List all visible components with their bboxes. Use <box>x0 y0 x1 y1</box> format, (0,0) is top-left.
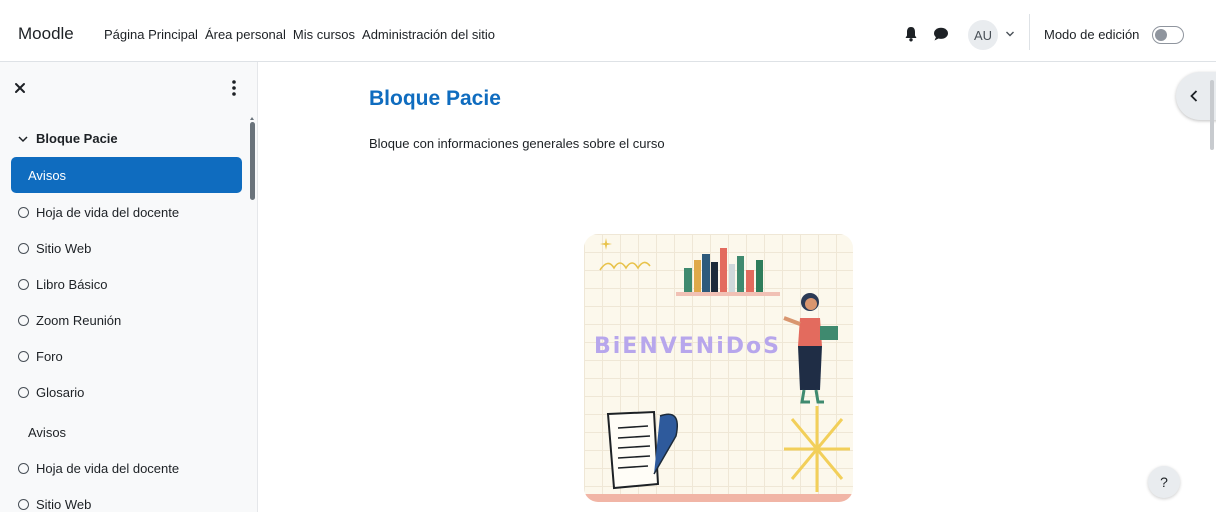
navbar-divider <box>1029 14 1030 50</box>
course-index-item-label: Hoja de vida del docente <box>36 204 180 220</box>
course-index-item-label: Hoja de vida del docente <box>36 460 180 476</box>
course-index-item[interactable]: Hoja de vida del docente <box>18 458 179 478</box>
primary-navigation: Página Principal Área personal Mis curso… <box>104 27 502 42</box>
course-index-item-label: Zoom Reunión <box>36 312 122 328</box>
nav-link-site-admin[interactable]: Administración del sitio <box>362 27 495 42</box>
toggle-knob <box>1155 29 1167 41</box>
chevron-down-icon[interactable] <box>1005 30 1015 38</box>
banner-title: BiENVENiDoS <box>594 334 781 359</box>
section-header-bloque-pacie[interactable]: Bloque Pacie <box>18 131 118 146</box>
user-avatar[interactable]: AU <box>968 20 998 50</box>
sparkle-icon <box>599 238 651 271</box>
scrollbar-up-arrow-icon[interactable] <box>249 115 255 121</box>
course-index-item[interactable]: Hoja de vida del docente <box>18 202 179 222</box>
chevron-left-icon <box>1190 90 1198 102</box>
nav-link-my-courses[interactable]: Mis cursos <box>293 27 355 42</box>
banner-footer-stripe <box>584 494 853 502</box>
course-index-item-label: Foro <box>36 348 63 364</box>
drawer-scrollbar-thumb[interactable] <box>250 122 255 200</box>
teacher-illustration-icon <box>783 293 838 404</box>
page-scrollbar-thumb[interactable] <box>1210 80 1214 150</box>
completion-circle-icon <box>18 386 29 398</box>
completion-circle-icon <box>18 242 29 254</box>
course-index-item-label: Sitio Web <box>36 496 92 512</box>
completion-circle-icon <box>18 314 29 326</box>
edit-mode-label: Modo de edición <box>1044 27 1140 42</box>
completion-circle-icon <box>18 498 29 510</box>
course-index-drawer: Bloque Pacie Avisos Hoja de vida del doc… <box>0 62 258 512</box>
help-button[interactable]: ? <box>1148 466 1180 498</box>
completion-circle-icon <box>18 350 29 362</box>
course-index-item[interactable]: Avisos <box>28 422 66 442</box>
page-title: Bloque Pacie <box>369 87 501 110</box>
bookshelf-illustration-icon <box>676 248 780 296</box>
nav-link-home[interactable]: Página Principal <box>104 27 198 42</box>
course-index-item[interactable]: Sitio Web <box>18 238 91 258</box>
completion-circle-icon <box>18 278 29 290</box>
section-summary: Bloque con informaciones generales sobre… <box>369 136 665 151</box>
course-index-item[interactable]: Libro Básico <box>18 274 108 294</box>
course-index-item[interactable]: Avisos <box>11 157 242 193</box>
course-index-item-label: Sitio Web <box>36 240 92 256</box>
course-index-item[interactable]: Glosario <box>18 382 84 402</box>
section-title: Bloque Pacie <box>36 131 118 146</box>
kebab-icon[interactable] <box>228 78 240 98</box>
nav-link-dashboard[interactable]: Área personal <box>205 27 286 42</box>
scroll-quill-illustration-icon <box>606 410 678 490</box>
course-index-item-label: Avisos <box>28 167 67 183</box>
welcome-banner-image: BiENVENiDoS <box>584 234 853 502</box>
starburst-icon <box>784 406 850 492</box>
close-icon[interactable] <box>10 78 30 98</box>
completion-circle-icon <box>18 206 29 218</box>
edit-mode-toggle[interactable] <box>1152 26 1184 44</box>
course-index-item[interactable]: Zoom Reunión <box>18 310 121 330</box>
course-index-item[interactable]: Foro <box>18 346 63 366</box>
course-index-item-label: Avisos <box>28 424 67 440</box>
site-brand[interactable]: Moodle <box>18 24 74 44</box>
top-navbar: Moodle Página Principal Área personal Mi… <box>0 0 1216 62</box>
course-index-item-label: Glosario <box>36 384 85 400</box>
bell-icon[interactable] <box>904 26 918 42</box>
chevron-down-icon <box>18 135 28 142</box>
avatar-initials: AU <box>973 27 993 43</box>
help-button-label: ? <box>1160 474 1168 490</box>
completion-circle-icon <box>18 462 29 474</box>
course-index-item[interactable]: Sitio Web <box>18 494 91 512</box>
chat-icon[interactable] <box>933 27 949 41</box>
course-index-item-label: Libro Básico <box>36 276 108 292</box>
